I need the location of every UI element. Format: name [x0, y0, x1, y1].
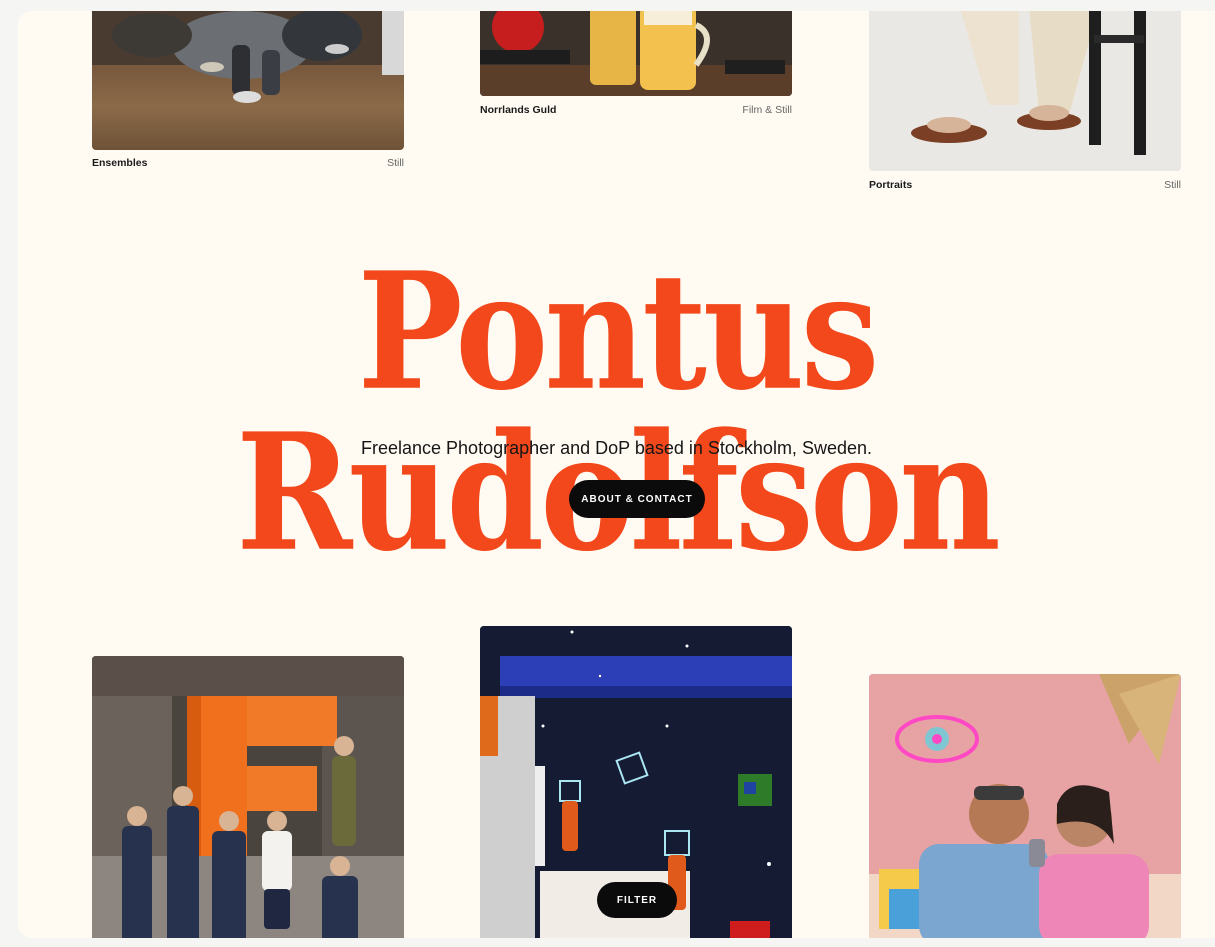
- site-title: Pontus Rudolfson: [236, 238, 1001, 574]
- pink-couple-photo: [869, 674, 1181, 938]
- about-contact-button[interactable]: ABOUT & CONTACT: [569, 480, 705, 518]
- project-title[interactable]: Norrlands Guld: [480, 104, 556, 116]
- project-category: Film & Still: [742, 104, 792, 116]
- project-category: Still: [387, 157, 404, 169]
- project-thumb-portraits[interactable]: [869, 11, 1181, 171]
- group-f-photo: [92, 656, 404, 938]
- portfolio-page: Ensembles Still Norrlands Guld Film & St…: [18, 11, 1215, 938]
- site-tagline: Freelance Photographer and DoP based in …: [361, 438, 872, 458]
- project-title[interactable]: Ensembles: [92, 157, 147, 169]
- filter-button[interactable]: FILTER: [597, 882, 677, 918]
- caption-norrlands-guld: Norrlands Guld Film & Still: [480, 104, 792, 116]
- norrlands-guld-photo: [480, 11, 792, 96]
- project-title[interactable]: Portraits: [869, 179, 912, 191]
- project-thumb-group-f[interactable]: [92, 656, 404, 938]
- project-category: Still: [1164, 179, 1181, 191]
- project-thumb-pink-couple[interactable]: [869, 674, 1181, 938]
- ensembles-photo: [92, 11, 404, 103]
- caption-portraits: Portraits Still: [869, 179, 1181, 191]
- portraits-photo: [869, 11, 1181, 171]
- project-thumb-norrlands-guld[interactable]: [480, 11, 792, 96]
- project-thumb-ensembles[interactable]: [92, 11, 404, 150]
- caption-ensembles: Ensembles Still: [92, 157, 404, 169]
